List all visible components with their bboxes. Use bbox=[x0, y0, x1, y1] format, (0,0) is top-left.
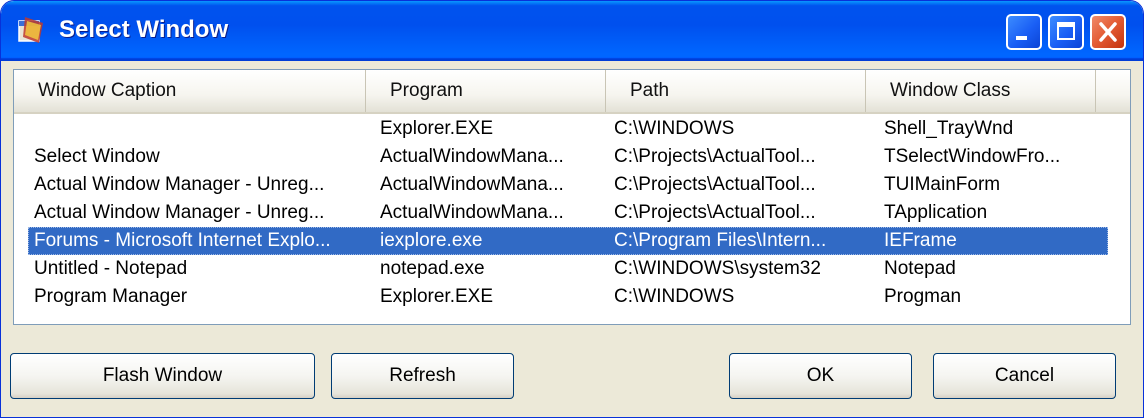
maximize-button[interactable] bbox=[1048, 14, 1084, 50]
window-class-cell: TApplication bbox=[884, 202, 988, 223]
column-header-path[interactable]: Path bbox=[606, 70, 866, 112]
ok-button[interactable]: OK bbox=[729, 353, 912, 399]
select-window-dialog: Select Window Window Caption Program Pat… bbox=[0, 0, 1144, 418]
table-row[interactable]: Select Window ActualWindowMana... C:\Proje… bbox=[14, 143, 1130, 171]
title-bar[interactable]: Select Window bbox=[1, 1, 1143, 61]
column-header-window-class[interactable]: Window Class bbox=[866, 70, 1096, 112]
path-cell: C:\Program Files\Intern... bbox=[614, 230, 827, 251]
program-cell: notepad.exe bbox=[380, 258, 485, 279]
window-class-cell: Shell_TrayWnd bbox=[884, 118, 1014, 139]
maximize-icon bbox=[1057, 22, 1075, 40]
program-cell: Explorer.EXE bbox=[380, 118, 493, 139]
window-title: Select Window bbox=[59, 16, 229, 43]
window-class-cell: TUIMainForm bbox=[884, 174, 1001, 195]
app-window-icon bbox=[15, 15, 47, 45]
path-cell: C:\WINDOWS bbox=[614, 118, 735, 139]
path-cell: C:\Projects\ActualTool... bbox=[614, 146, 816, 167]
window-class-cell: Notepad bbox=[884, 258, 956, 279]
path-cell: C:\WINDOWS\system32 bbox=[614, 258, 821, 279]
table-row[interactable]: Actual Window Manager - Unreg... ActualWi… bbox=[14, 199, 1130, 227]
window-caption-cell: Actual Window Manager - Unreg... bbox=[34, 174, 325, 195]
window-caption-cell: Forums - Microsoft Internet Explo... bbox=[34, 230, 331, 251]
refresh-button[interactable]: Refresh bbox=[331, 353, 514, 399]
path-cell: C:\Projects\ActualTool... bbox=[614, 174, 816, 195]
window-class-cell: Progman bbox=[884, 286, 962, 307]
table-row[interactable]: Explorer.EXE C:\WINDOWS Shell_TrayWnd bbox=[14, 115, 1130, 143]
close-button[interactable] bbox=[1090, 14, 1126, 50]
table-row[interactable]: Forums - Microsoft Internet Explo... iexp… bbox=[14, 227, 1130, 255]
window-caption-cell: Actual Window Manager - Unreg... bbox=[34, 202, 325, 223]
list-header: Window Caption Program Path Window Class bbox=[14, 70, 1130, 114]
column-header-window-caption[interactable]: Window Caption bbox=[14, 70, 366, 112]
cancel-button[interactable]: Cancel bbox=[933, 353, 1116, 399]
window-caption-cell: Untitled - Notepad bbox=[34, 258, 188, 279]
path-cell: C:\WINDOWS bbox=[614, 286, 735, 307]
window-caption-cell: Select Window bbox=[34, 146, 160, 167]
minimize-button[interactable] bbox=[1006, 14, 1042, 50]
program-cell: Explorer.EXE bbox=[380, 286, 493, 307]
table-row[interactable]: Untitled - Notepad notepad.exe C:\WINDOWS\… bbox=[14, 255, 1130, 283]
program-cell: ActualWindowMana... bbox=[380, 174, 564, 195]
program-cell: ActualWindowMana... bbox=[380, 202, 564, 223]
column-header-program[interactable]: Program bbox=[366, 70, 606, 112]
table-row[interactable]: Actual Window Manager - Unreg... ActualWi… bbox=[14, 171, 1130, 199]
program-cell: ActualWindowMana... bbox=[380, 146, 564, 167]
window-class-cell: IEFrame bbox=[884, 230, 957, 251]
window-caption-cell bbox=[34, 115, 368, 143]
window-caption-cell: Program Manager bbox=[34, 286, 188, 307]
minimize-icon bbox=[1016, 36, 1027, 40]
window-list[interactable]: Window Caption Program Path Window Class… bbox=[13, 69, 1131, 325]
window-class-cell: TSelectWindowFro... bbox=[884, 146, 1061, 167]
path-cell: C:\Projects\ActualTool... bbox=[614, 202, 816, 223]
table-row[interactable]: Program Manager Explorer.EXE C:\WINDOWS Pro… bbox=[14, 283, 1130, 311]
flash-window-button[interactable]: Flash Window bbox=[10, 353, 315, 399]
close-icon bbox=[1099, 22, 1117, 42]
program-cell: iexplore.exe bbox=[380, 230, 483, 251]
